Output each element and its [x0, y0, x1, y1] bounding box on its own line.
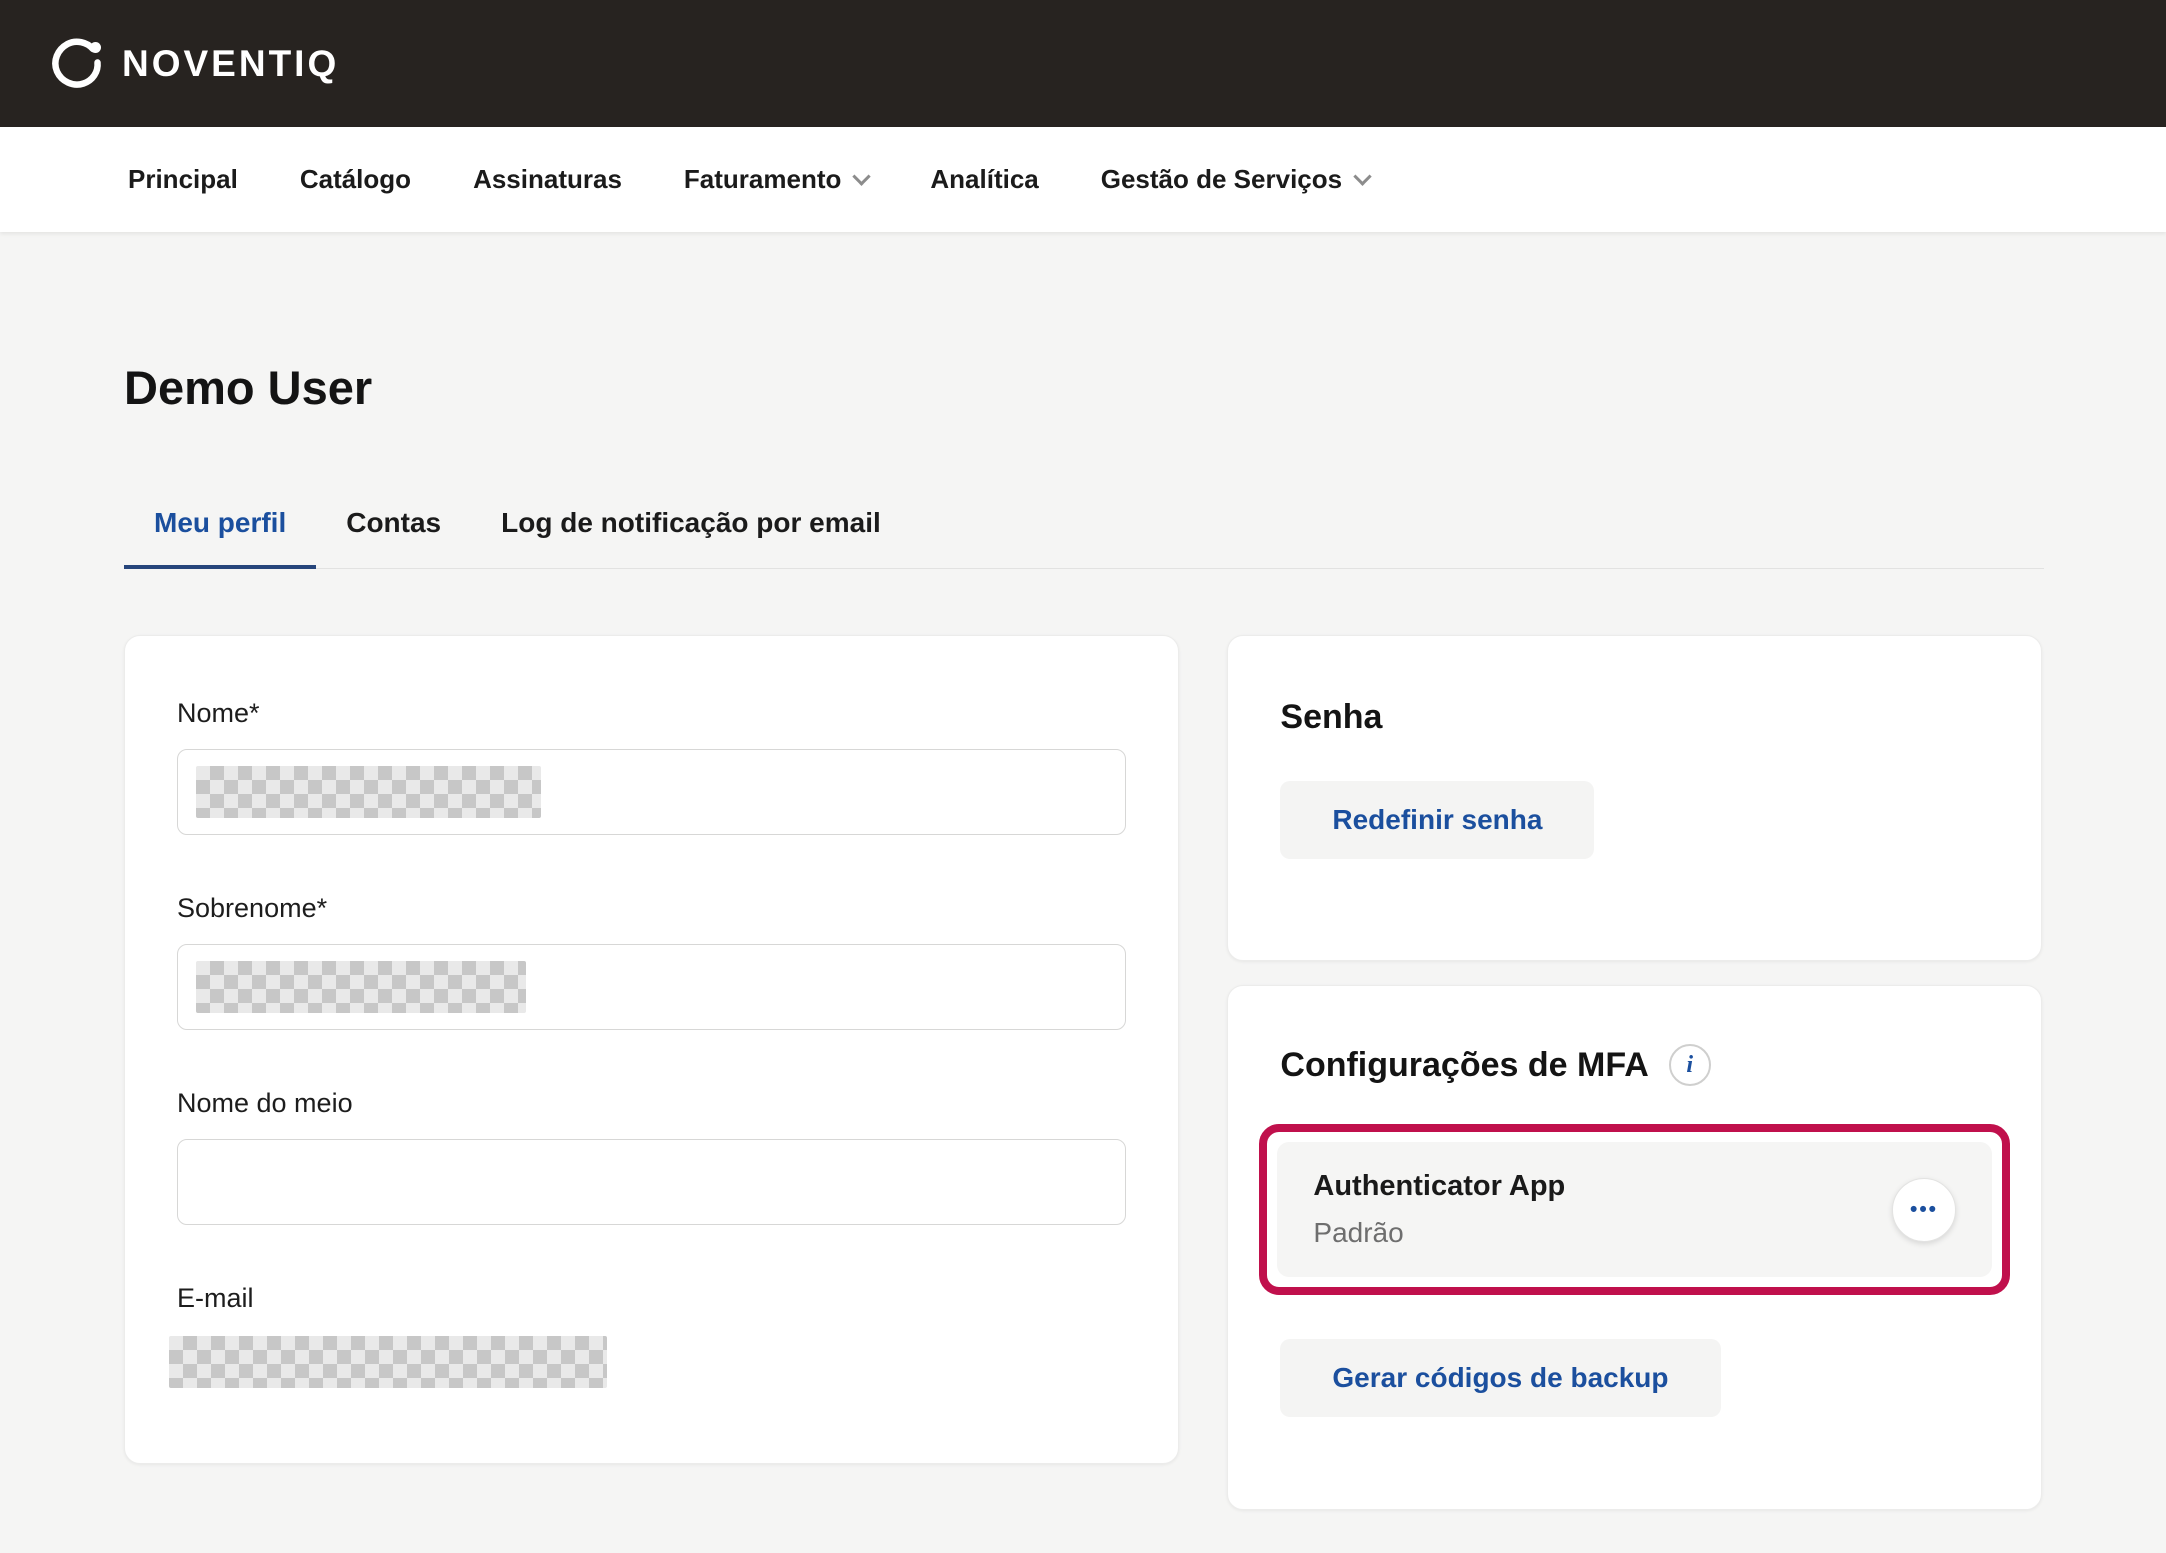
mfa-options-button[interactable]: ••• — [1892, 1178, 1956, 1242]
noventiq-logo-icon — [48, 35, 106, 93]
main-nav: Principal Catálogo Assinaturas Faturamen… — [0, 127, 2166, 232]
page-title: Demo User — [124, 360, 2042, 415]
redacted-first-name-value — [196, 766, 541, 818]
first-name-input[interactable] — [177, 749, 1126, 835]
mfa-method-name: Authenticator App — [1313, 1170, 1565, 1203]
redacted-email-value — [169, 1336, 607, 1388]
email-label: E-mail — [177, 1283, 1126, 1314]
mfa-method-highlight: Authenticator App Padrão ••• — [1259, 1124, 2010, 1295]
last-name-input[interactable] — [177, 944, 1126, 1030]
chevron-down-icon — [1353, 167, 1371, 185]
content-grid: Nome* Sobrenome* Nome do meio E- — [124, 635, 2042, 1510]
nav-item-label: Analítica — [930, 164, 1038, 195]
info-icon[interactable]: i — [1669, 1044, 1711, 1086]
nav-item-faturamento[interactable]: Faturamento — [684, 164, 868, 195]
profile-tabs: Meu perfil Contas Log de notificação por… — [124, 507, 2044, 569]
password-card-title: Senha — [1280, 698, 1989, 737]
chevron-down-icon — [853, 167, 871, 185]
nav-item-label: Principal — [128, 164, 238, 195]
tab-contas[interactable]: Contas — [316, 507, 471, 569]
redacted-last-name-value — [196, 961, 526, 1013]
field-first-name: Nome* — [177, 698, 1126, 835]
nav-item-label: Assinaturas — [473, 164, 622, 195]
mfa-method-texts: Authenticator App Padrão — [1313, 1170, 1565, 1249]
brand-name: NOVENTIQ — [122, 43, 339, 85]
ellipsis-icon: ••• — [1910, 1198, 1938, 1222]
field-last-name: Sobrenome* — [177, 893, 1126, 1030]
mfa-method-row: Authenticator App Padrão ••• — [1277, 1142, 1992, 1277]
page: NOVENTIQ Principal Catálogo Assinaturas … — [0, 0, 2166, 1510]
middle-name-label: Nome do meio — [177, 1088, 1126, 1119]
main-content: Demo User Meu perfil Contas Log de notif… — [0, 360, 2166, 1510]
mfa-card-title: Configurações de MFA — [1280, 1046, 1648, 1085]
nav-item-label: Gestão de Serviços — [1101, 164, 1342, 195]
tab-log-notificacao-email[interactable]: Log de notificação por email — [471, 507, 911, 569]
right-column: Senha Redefinir senha Configurações de M… — [1227, 635, 2042, 1510]
first-name-label: Nome* — [177, 698, 1126, 729]
profile-form-card: Nome* Sobrenome* Nome do meio E- — [124, 635, 1179, 1464]
reset-password-button[interactable]: Redefinir senha — [1280, 781, 1594, 859]
mfa-settings-card: Configurações de MFA i Authenticator App… — [1227, 985, 2042, 1510]
generate-backup-codes-button[interactable]: Gerar códigos de backup — [1280, 1339, 1720, 1417]
nav-item-analitica[interactable]: Analítica — [930, 164, 1038, 195]
brand-logo[interactable]: NOVENTIQ — [48, 35, 339, 93]
field-email: E-mail — [177, 1283, 1126, 1388]
password-card: Senha Redefinir senha — [1227, 635, 2042, 961]
middle-name-input[interactable] — [177, 1139, 1126, 1225]
mfa-title-row: Configurações de MFA i — [1280, 1044, 1989, 1086]
nav-item-label: Catálogo — [300, 164, 411, 195]
last-name-label: Sobrenome* — [177, 893, 1126, 924]
app-header: NOVENTIQ — [0, 0, 2166, 127]
nav-item-principal[interactable]: Principal — [128, 164, 238, 195]
nav-item-label: Faturamento — [684, 164, 841, 195]
mfa-method-status: Padrão — [1313, 1217, 1565, 1249]
nav-item-catalogo[interactable]: Catálogo — [300, 164, 411, 195]
nav-item-assinaturas[interactable]: Assinaturas — [473, 164, 622, 195]
field-middle-name: Nome do meio — [177, 1088, 1126, 1225]
nav-item-gestao-de-servicos[interactable]: Gestão de Serviços — [1101, 164, 1369, 195]
tab-meu-perfil[interactable]: Meu perfil — [124, 507, 316, 569]
